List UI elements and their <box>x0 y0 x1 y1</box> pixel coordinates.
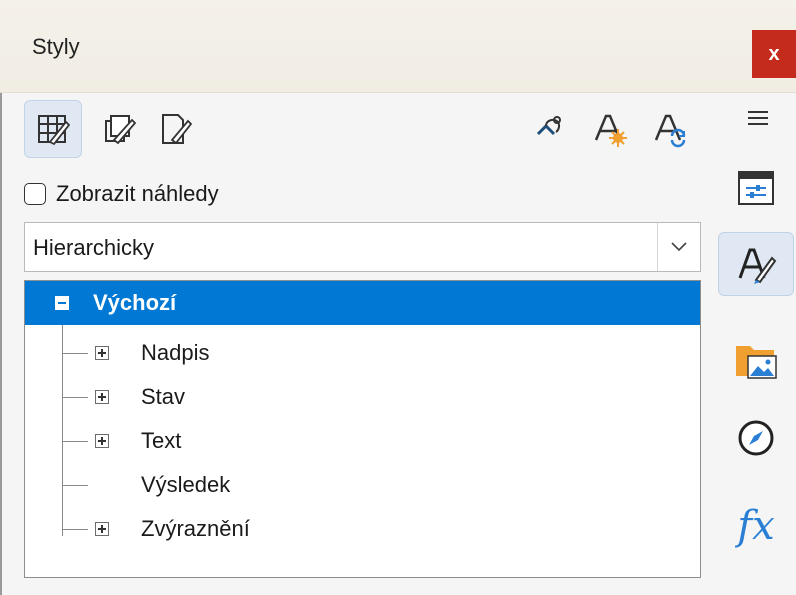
filter-dropdown[interactable]: Hierarchicky <box>24 222 701 272</box>
functions-icon: fx <box>737 503 775 549</box>
tree-connector <box>62 397 88 398</box>
expand-icon[interactable] <box>95 346 109 360</box>
tree-item-label: Text <box>141 428 182 453</box>
tree-item[interactable]: Výsledek <box>25 463 700 507</box>
sidebar-menu-button[interactable] <box>744 104 772 132</box>
sidebar-item-gallery[interactable] <box>718 328 794 392</box>
tree-item-label: Zvýraznění <box>141 516 250 541</box>
tree-item[interactable]: Text <box>25 419 700 463</box>
tree-item-label: Nadpis <box>141 340 210 365</box>
tree-connector <box>62 485 88 486</box>
expand-icon[interactable] <box>95 434 109 448</box>
sidebar-item-functions[interactable]: fx <box>718 494 794 558</box>
expand-icon[interactable] <box>95 390 109 404</box>
preview-label: Zobrazit náhledy <box>56 181 219 206</box>
dropdown-arrow-button[interactable] <box>657 223 700 271</box>
update-style-icon <box>654 114 686 148</box>
hamburger-icon <box>748 111 768 125</box>
tree-item[interactable]: Stav <box>25 375 700 419</box>
preview-toggle[interactable]: Zobrazit náhledy <box>24 176 219 212</box>
window-title: Styly <box>32 34 80 59</box>
sidebar-item-navigator[interactable] <box>718 406 794 470</box>
paragraph-styles-icon <box>105 115 136 145</box>
table-styles-icon <box>38 115 70 146</box>
properties-icon <box>738 171 774 205</box>
chevron-down-icon <box>671 242 687 252</box>
tree-item[interactable]: Nadpis <box>25 331 700 375</box>
tree-item-label: Stav <box>141 384 186 409</box>
tree-item[interactable]: Zvýraznění <box>25 507 700 551</box>
tree-connector <box>62 529 88 530</box>
paragraph-styles-button[interactable] <box>90 100 148 158</box>
preview-checkbox[interactable] <box>24 183 46 205</box>
new-style-button[interactable] <box>580 100 638 158</box>
sidebar-item-properties[interactable] <box>718 156 794 220</box>
table-styles-button[interactable] <box>24 100 82 158</box>
styles-icon <box>738 248 777 284</box>
navigator-icon <box>738 420 774 456</box>
new-style-icon <box>594 114 627 147</box>
tree-item-label: Výsledek <box>141 472 231 497</box>
page-styles-button[interactable] <box>146 100 204 158</box>
tree-connector <box>62 353 88 354</box>
close-button[interactable]: x <box>752 30 796 78</box>
styles-tree[interactable]: Výchozí Nadpis Stav Text Výsledek Zvýraz… <box>24 280 701 578</box>
update-style-button[interactable] <box>640 100 698 158</box>
title-bar: Styly <box>0 0 796 93</box>
fill-format-icon <box>536 116 561 136</box>
sidebar-item-styles[interactable] <box>718 232 794 296</box>
tree-connector <box>62 441 88 442</box>
page-styles-icon <box>162 114 192 145</box>
tree-item-label: Výchozí <box>93 290 177 315</box>
tree-item-root[interactable]: Výchozí <box>25 281 700 325</box>
gallery-icon <box>736 346 777 379</box>
fill-format-button[interactable] <box>520 100 578 158</box>
collapse-icon[interactable] <box>55 296 69 310</box>
expand-icon[interactable] <box>95 522 109 536</box>
filter-value: Hierarchicky <box>33 235 155 260</box>
